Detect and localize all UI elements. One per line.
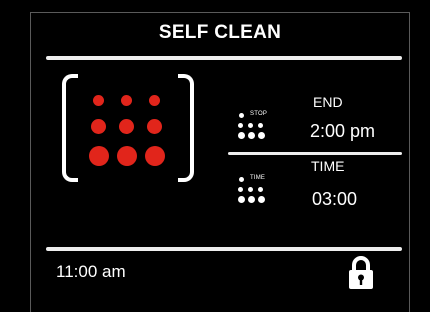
indicator-dot bbox=[238, 132, 245, 139]
duration-value[interactable]: 03:00 bbox=[312, 189, 357, 210]
indicator-dot bbox=[258, 132, 265, 139]
lock-icon[interactable] bbox=[346, 255, 376, 291]
end-label: END bbox=[313, 94, 343, 110]
footer-divider bbox=[46, 247, 402, 251]
heat-dot bbox=[119, 119, 134, 134]
indicator-dot bbox=[258, 196, 265, 203]
heat-dot bbox=[145, 146, 165, 166]
heat-dot bbox=[93, 95, 104, 106]
indicator-dot bbox=[258, 187, 263, 192]
indicator-dot bbox=[248, 123, 253, 128]
heat-dot bbox=[147, 119, 162, 134]
indicator-dot bbox=[248, 132, 255, 139]
indicator-dot bbox=[238, 123, 243, 128]
indicator-dot bbox=[239, 177, 244, 182]
mode-title: SELF CLEAN bbox=[158, 22, 282, 43]
indicator-dot bbox=[238, 187, 243, 192]
heat-dot bbox=[89, 146, 109, 166]
heat-dot bbox=[91, 119, 106, 134]
duration-label: TIME bbox=[311, 158, 345, 174]
indicator-dot bbox=[248, 196, 255, 203]
indicator-dot bbox=[258, 123, 263, 128]
title-divider bbox=[46, 56, 402, 60]
heat-dot bbox=[149, 95, 160, 106]
oven-cavity-icon bbox=[62, 74, 194, 186]
time-indicator-label: TIME bbox=[250, 175, 266, 181]
heat-dot bbox=[117, 146, 137, 166]
cavity-bracket-right bbox=[178, 74, 194, 182]
stop-indicator-label: STOP bbox=[250, 111, 268, 117]
indicator-dot bbox=[238, 196, 245, 203]
heat-dot bbox=[121, 95, 132, 106]
indicator-dot bbox=[239, 113, 244, 118]
section-divider bbox=[228, 152, 402, 155]
end-time-value[interactable]: 2:00 pm bbox=[310, 121, 375, 142]
indicator-dot bbox=[248, 187, 253, 192]
clock-display: 11:00 am bbox=[56, 262, 126, 281]
cavity-bracket-left bbox=[62, 74, 78, 182]
